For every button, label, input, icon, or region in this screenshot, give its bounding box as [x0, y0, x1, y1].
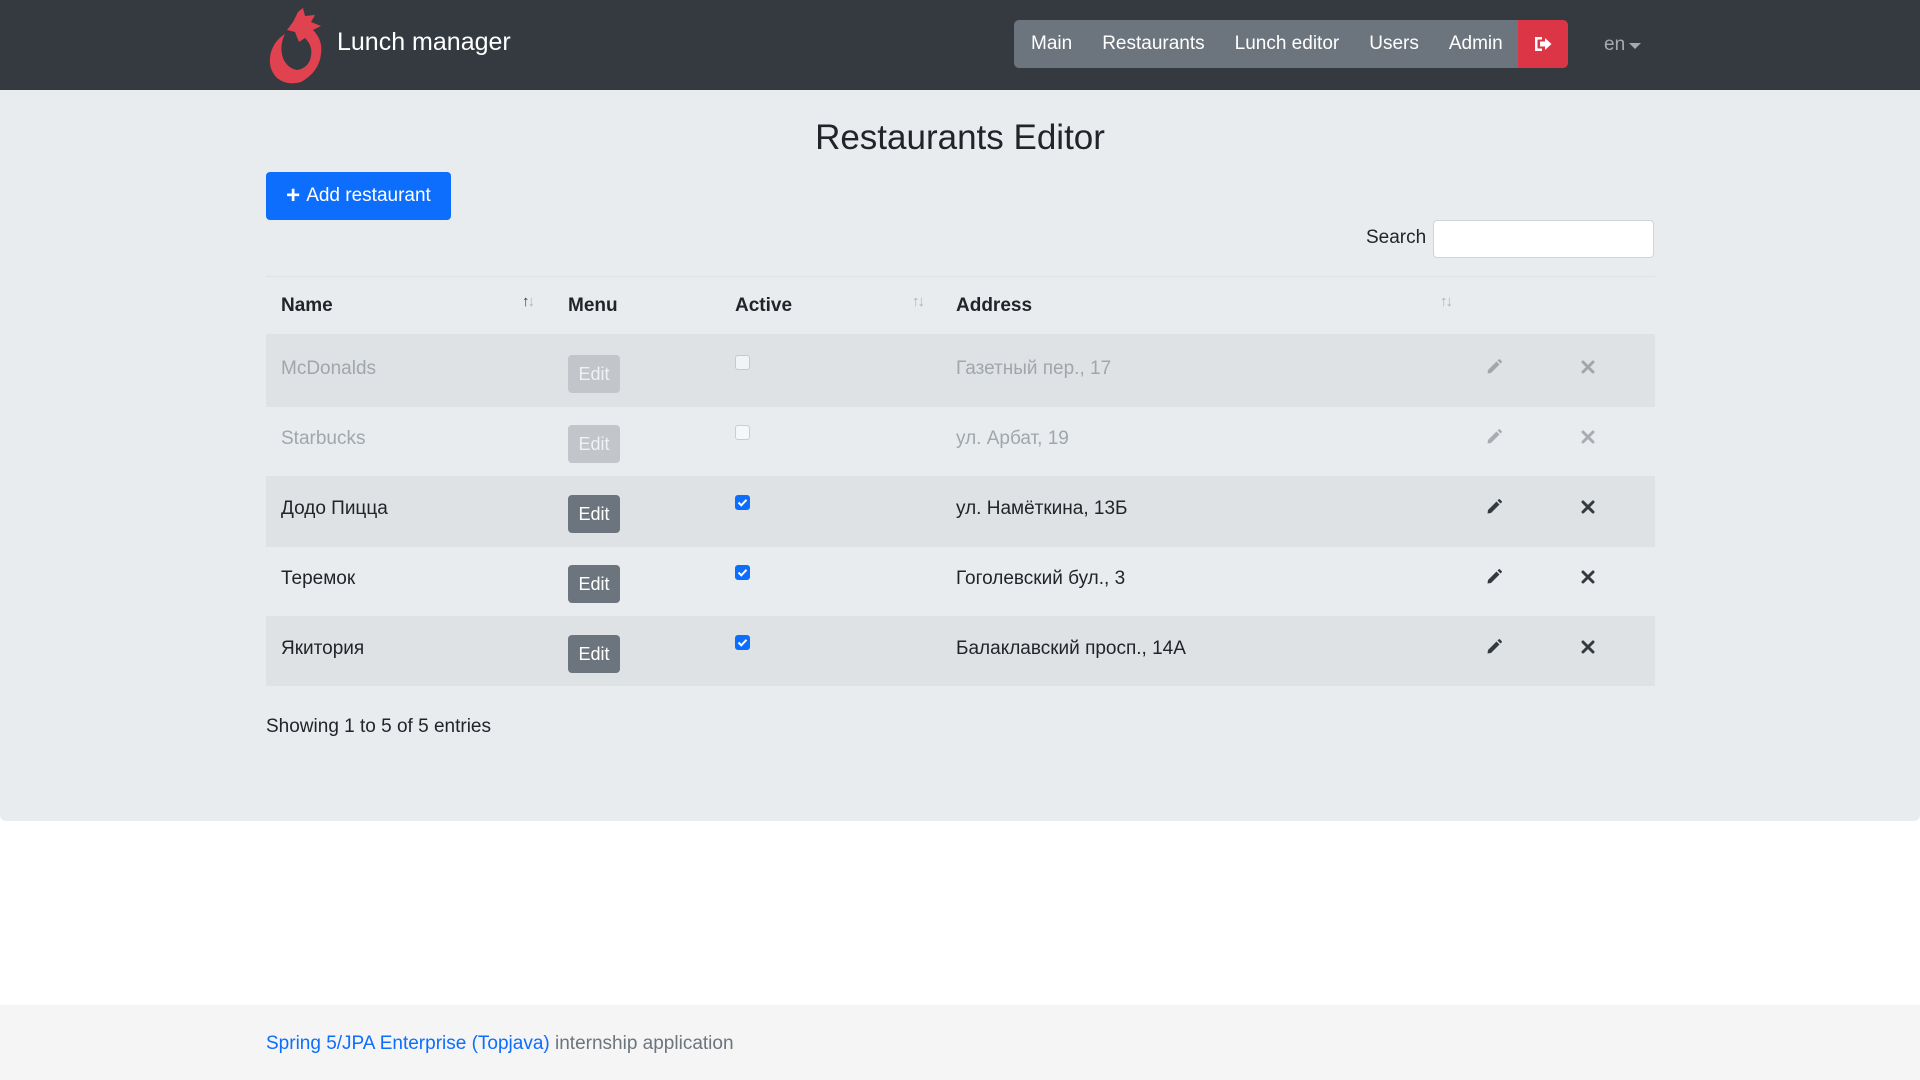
pencil-icon[interactable] [1482, 495, 1506, 519]
delete-icon[interactable] [1576, 565, 1600, 589]
restaurant-name: Якитория [281, 638, 365, 659]
restaurant-address: ул. Арбат, 19 [956, 428, 1069, 449]
checkmark-icon [737, 499, 748, 507]
active-checkbox[interactable] [735, 425, 750, 440]
navbar: Lunch manager Main Restaurants Lunch edi… [0, 0, 1920, 90]
add-restaurant-button[interactable]: + Add restaurant [266, 172, 451, 220]
edit-menu-button[interactable]: Edit [568, 425, 620, 463]
sign-out-icon [1534, 37, 1552, 51]
sort-active-icon[interactable]: ↑↓ [912, 293, 925, 310]
table-info: Showing 1 to 5 of 5 entries [266, 716, 491, 737]
logout-button[interactable] [1517, 20, 1568, 68]
restaurant-address: Гоголевский бул., 3 [956, 568, 1126, 589]
footer-link[interactable]: Spring 5/JPA Enterprise (Topjava) [266, 1033, 550, 1054]
language-dropdown[interactable]: en [1604, 30, 1642, 60]
edit-menu-button[interactable]: Edit [568, 635, 620, 673]
header-address[interactable]: Address [956, 295, 1032, 317]
edit-menu-button[interactable]: Edit [568, 355, 620, 393]
pencil-icon[interactable] [1482, 635, 1506, 659]
pencil-icon[interactable] [1482, 355, 1506, 379]
brand-title: Lunch manager [337, 27, 511, 56]
search-label: Search [1366, 227, 1427, 248]
delete-icon[interactable] [1576, 355, 1600, 379]
restaurant-name: Додо Пицца [281, 498, 388, 519]
brand-link[interactable]: Lunch manager [265, 6, 511, 86]
pencil-icon[interactable] [1482, 565, 1506, 589]
restaurant-address: Балаклавский просп., 14А [956, 638, 1186, 659]
checkmark-icon [737, 639, 748, 647]
table-header: Name ↑↓ Menu Active ↑↓ Address ↑↓ [266, 276, 1655, 336]
sort-address-icon[interactable]: ↑↓ [1440, 293, 1453, 310]
footer-text: Spring 5/JPA Enterprise (Topjava) intern… [266, 1033, 734, 1055]
pencil-icon[interactable] [1482, 425, 1506, 449]
table-row: Теремок Edit Гоголевский бул., 3 [266, 546, 1655, 616]
nav-main[interactable]: Main [1014, 20, 1088, 68]
restaurant-name: McDonalds [281, 358, 377, 379]
footer-caption: internship application [549, 1033, 734, 1054]
restaurant-address: Газетный пер., 17 [956, 358, 1112, 379]
table-row: Starbucks Edit ул. Арбат, 19 [266, 406, 1655, 476]
restaurant-address: ул. Намёткина, 13Б [956, 498, 1128, 519]
table-row: Додо Пицца Edit ул. Намёткина, 13Б [266, 476, 1655, 546]
main-nav: Main Restaurants Lunch editor Users Admi… [1014, 20, 1568, 68]
table-row: Якитория Edit Балаклавский просп., 14А [266, 616, 1655, 686]
add-restaurant-label: Add restaurant [306, 185, 431, 206]
header-active[interactable]: Active [735, 295, 792, 317]
edit-menu-button[interactable]: Edit [568, 565, 620, 603]
restaurants-table: Name ↑↓ Menu Active ↑↓ Address ↑↓ McDona… [266, 276, 1655, 686]
active-checkbox[interactable] [735, 565, 750, 580]
edit-menu-button[interactable]: Edit [568, 495, 620, 533]
active-checkbox[interactable] [735, 355, 750, 370]
sort-name-icon[interactable]: ↑↓ [522, 293, 535, 310]
nav-lunch-editor[interactable]: Lunch editor [1219, 20, 1355, 68]
delete-icon[interactable] [1576, 495, 1600, 519]
nav-admin[interactable]: Admin [1433, 20, 1518, 68]
page-title: Restaurants Editor [815, 118, 1105, 157]
plus-icon: + [286, 182, 301, 209]
delete-icon[interactable] [1576, 635, 1600, 659]
active-checkbox[interactable] [735, 495, 750, 510]
restaurant-name: Starbucks [281, 428, 366, 449]
language-label: en [1604, 34, 1626, 55]
table-row: McDonalds Edit Газетный пер., 17 [266, 336, 1655, 406]
footer: Spring 5/JPA Enterprise (Topjava) intern… [0, 1005, 1920, 1080]
active-checkbox[interactable] [735, 635, 750, 650]
nav-users[interactable]: Users [1354, 20, 1434, 68]
header-name[interactable]: Name [281, 295, 333, 317]
checkmark-icon [737, 569, 748, 577]
nav-restaurants[interactable]: Restaurants [1087, 20, 1220, 68]
restaurant-name: Теремок [281, 568, 356, 589]
header-menu: Menu [568, 295, 618, 316]
delete-icon[interactable] [1576, 425, 1600, 449]
caret-down-icon [1629, 43, 1642, 49]
fox-logo-icon [269, 8, 322, 84]
search-input[interactable] [1433, 220, 1654, 258]
